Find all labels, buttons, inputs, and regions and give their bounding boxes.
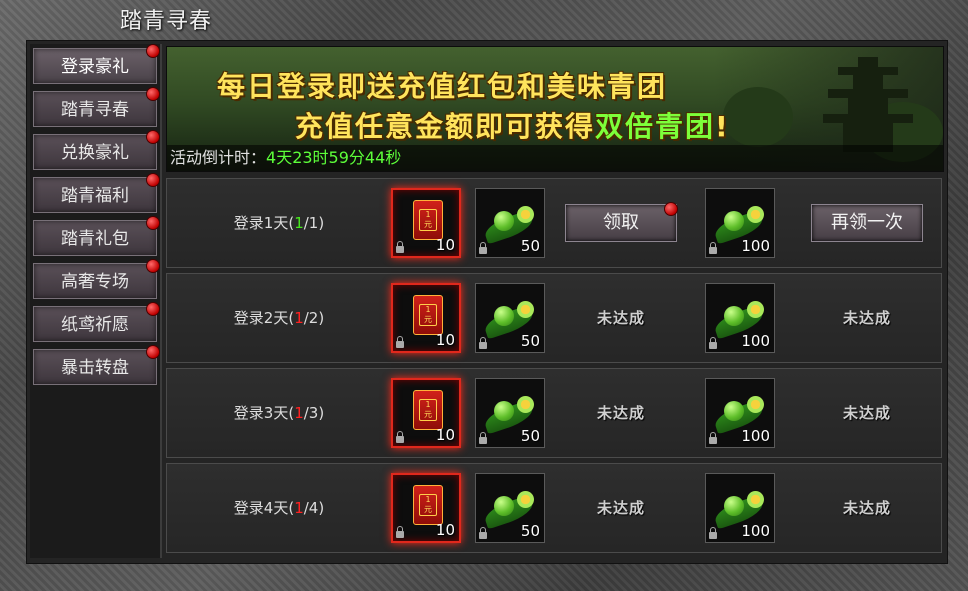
window-title: 踏青寻春: [120, 9, 213, 34]
sidebar-item-label: 登录豪礼: [61, 57, 129, 77]
red-envelope-slot[interactable]: 1 元 10: [391, 283, 461, 353]
red-envelope-slot[interactable]: 1 元 10: [391, 473, 461, 543]
sidebar-item-outing-welfare[interactable]: 踏青福利: [33, 173, 160, 213]
lock-icon: [396, 336, 404, 348]
red-envelope-icon: 1 元: [413, 485, 443, 525]
lock-icon: [709, 432, 717, 444]
banner-headline-2: 充值任意金额即可获得双倍青团!: [295, 110, 730, 143]
red-envelope-icon: 1 元: [413, 200, 443, 240]
status-not-reached: 未达成: [842, 499, 891, 517]
status-not-reached: 未达成: [842, 404, 891, 422]
lock-icon: [709, 337, 717, 349]
notification-dot: [146, 345, 160, 359]
lock-icon: [396, 241, 404, 253]
claim-again-button[interactable]: 再领一次: [811, 204, 923, 242]
lock-icon: [396, 431, 404, 443]
qingtuan-slot[interactable]: 100: [705, 188, 775, 258]
tree-decoration: [723, 87, 793, 147]
banner-headline-1: 每日登录即送充值红包和美味青团: [217, 70, 668, 103]
item-count: 10: [435, 236, 455, 254]
item-count: 50: [520, 427, 540, 445]
notification-dot: [146, 302, 160, 316]
sidebar-item-label: 纸鸢祈愿: [61, 315, 129, 335]
sidebar-item-label: 踏青礼包: [61, 229, 129, 249]
lock-icon: [479, 242, 487, 254]
sidebar-item-luxury[interactable]: 高奢专场: [33, 259, 160, 299]
item-count: 10: [435, 426, 455, 444]
claim-button[interactable]: 领取: [565, 202, 678, 242]
red-envelope-slot[interactable]: 1 元 10: [391, 188, 461, 258]
status-not-reached: 未达成: [596, 499, 645, 517]
row-title: 登录2天(1/2): [233, 309, 325, 327]
item-count: 100: [741, 332, 770, 350]
lock-icon: [709, 527, 717, 539]
item-count: 100: [741, 237, 770, 255]
lock-icon: [479, 337, 487, 349]
sidebar-item-crit-wheel[interactable]: 暴击转盘: [33, 345, 160, 385]
notification-dot: [146, 87, 160, 101]
item-count: 50: [520, 237, 540, 255]
item-count: 100: [741, 522, 770, 540]
qingtuan-slot[interactable]: 50: [475, 378, 545, 448]
notification-dot: [146, 130, 160, 144]
countdown-bar: 活动倒计时：4天23时59分44秒: [167, 145, 943, 171]
countdown-value: 4天23时59分44秒: [266, 148, 402, 167]
qingtuan-slot[interactable]: 50: [475, 473, 545, 543]
item-count: 50: [520, 332, 540, 350]
sidebar-item-label: 高奢专场: [61, 272, 129, 292]
reward-row: 登录4天(1/4) 1 元 10 50 未达成 100 未达成: [166, 463, 942, 553]
red-envelope-icon: 1 元: [413, 295, 443, 335]
item-count: 50: [520, 522, 540, 540]
sidebar-item-label: 踏青福利: [61, 186, 129, 206]
red-envelope-slot[interactable]: 1 元 10: [391, 378, 461, 448]
notification-dot: [146, 259, 160, 273]
red-envelope-icon: 1 元: [413, 390, 443, 430]
pagoda-decoration: [823, 57, 913, 152]
notification-dot: [146, 216, 160, 230]
row-title: 登录1天(1/1): [233, 214, 325, 232]
status-not-reached: 未达成: [596, 404, 645, 422]
event-banner: 每日登录即送充值红包和美味青团 充值任意金额即可获得双倍青团! 活动倒计时：4天…: [166, 46, 944, 172]
qingtuan-slot[interactable]: 100: [705, 378, 775, 448]
row-title: 登录3天(1/3): [233, 404, 325, 422]
lock-icon: [709, 242, 717, 254]
reward-row: 登录1天(1/1) 1 元 10 50 领取 100 再领一次: [166, 178, 942, 268]
status-not-reached: 未达成: [842, 309, 891, 327]
lock-icon: [479, 432, 487, 444]
sidebar-item-label: 踏青寻春: [61, 100, 129, 120]
sidebar-item-label: 兑换豪礼: [61, 143, 129, 163]
sidebar-item-login-gift[interactable]: 登录豪礼: [33, 44, 160, 84]
status-not-reached: 未达成: [596, 309, 645, 327]
countdown-label: 活动倒计时：: [170, 148, 267, 167]
reward-row: 登录2天(1/2) 1 元 10 50 未达成 100 未达成: [166, 273, 942, 363]
sidebar-item-kite-wish[interactable]: 纸鸢祈愿: [33, 302, 160, 342]
notification-dot: [664, 202, 678, 216]
item-count: 10: [435, 521, 455, 539]
reward-row: 登录3天(1/3) 1 元 10 50 未达成 100 未达成: [166, 368, 942, 458]
notification-dot: [146, 44, 160, 58]
notification-dot: [146, 173, 160, 187]
sidebar-item-exchange-gift[interactable]: 兑换豪礼: [33, 130, 160, 170]
sidebar-item-outing-pack[interactable]: 踏青礼包: [33, 216, 160, 256]
lock-icon: [396, 526, 404, 538]
qingtuan-slot[interactable]: 50: [475, 188, 545, 258]
qingtuan-slot[interactable]: 50: [475, 283, 545, 353]
row-title: 登录4天(1/4): [233, 499, 325, 517]
qingtuan-slot[interactable]: 100: [705, 473, 775, 543]
sidebar-item-label: 暴击转盘: [61, 358, 129, 378]
lock-icon: [479, 527, 487, 539]
sidebar: 登录豪礼 踏青寻春 兑换豪礼 踏青福利 踏青礼包 高奢专场 纸鸢祈愿 暴击转盘: [30, 44, 162, 558]
item-count: 10: [435, 331, 455, 349]
qingtuan-slot[interactable]: 100: [705, 283, 775, 353]
item-count: 100: [741, 427, 770, 445]
sidebar-item-spring-outing[interactable]: 踏青寻春: [33, 87, 160, 127]
